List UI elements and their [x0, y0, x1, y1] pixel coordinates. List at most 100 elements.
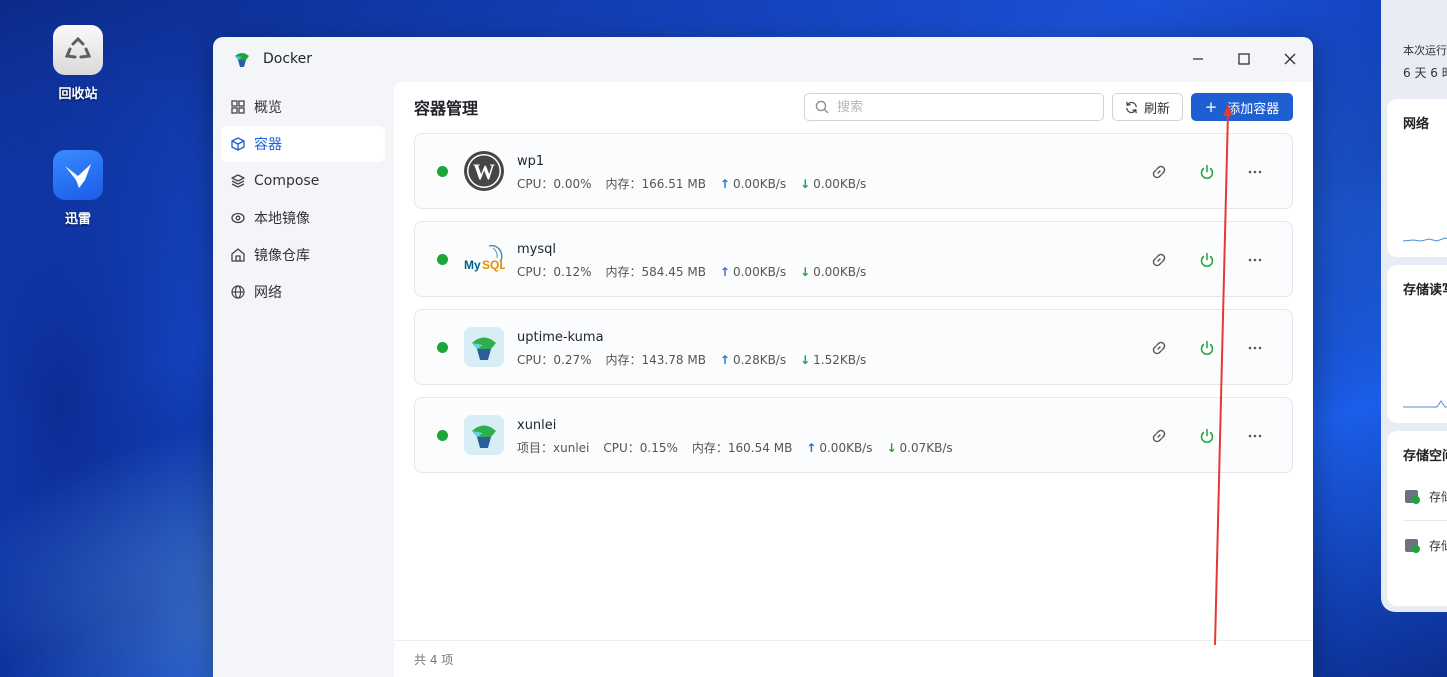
- maximize-button[interactable]: [1221, 37, 1267, 81]
- sidebar-item-containers[interactable]: 容器: [221, 126, 385, 162]
- status-indicator: [437, 166, 448, 177]
- container-card[interactable]: xunlei 项目：xunlei CPU：0.15% 内存：160.54 MB …: [414, 397, 1293, 473]
- add-container-button[interactable]: + 添加容器: [1191, 93, 1293, 121]
- sidebar-item-compose[interactable]: Compose: [221, 163, 385, 199]
- refresh-label: 刷新: [1143, 101, 1170, 117]
- tree-cup-logo: [464, 327, 504, 367]
- arrow-down-icon: ↓: [800, 176, 811, 191]
- ellipsis-icon: [1248, 434, 1262, 438]
- container-stats: 项目：xunlei CPU：0.15% 内存：160.54 MB ↑ 0.00KB…: [517, 439, 967, 456]
- storage-rw-widget[interactable]: 存储读写: [1387, 265, 1447, 423]
- ellipsis-icon: [1248, 170, 1262, 174]
- search-input[interactable]: [836, 99, 1077, 115]
- storage-rw-title: 存储读写: [1403, 283, 1447, 298]
- title-bar[interactable]: Docker: [213, 37, 1313, 81]
- cpu-usage: CPU：0.15%: [603, 441, 678, 455]
- mysql-logo: My SQL: [464, 244, 505, 272]
- container-name: mysql: [517, 242, 556, 257]
- storage-item[interactable]: 存储: [1387, 478, 1447, 514]
- container-name: uptime-kuma: [517, 330, 604, 345]
- desktop-icon-xunlei[interactable]: 迅雷: [46, 150, 110, 227]
- svg-text:My: My: [464, 258, 481, 272]
- refresh-icon: [1126, 101, 1137, 113]
- more-options-button[interactable]: [1244, 249, 1266, 271]
- desktop-icon-recycle-bin[interactable]: 回收站: [46, 25, 110, 102]
- upload-rate: ↑ 0.00KB/s: [719, 264, 787, 279]
- network-widget[interactable]: 网络: [1387, 99, 1447, 257]
- status-indicator: [437, 254, 448, 265]
- sidebar-item-network[interactable]: 网络: [221, 274, 385, 310]
- open-link-button[interactable]: [1148, 249, 1170, 271]
- link-icon: [1152, 165, 1166, 179]
- arrow-down-icon: ↓: [800, 264, 811, 279]
- open-link-button[interactable]: [1148, 161, 1170, 183]
- arrow-down-icon: ↓: [886, 440, 897, 455]
- search-box[interactable]: [803, 93, 1104, 121]
- memory-usage: 内存：584.45 MB: [605, 265, 706, 279]
- desktop-icon-label: 迅雷: [64, 212, 91, 227]
- storage-space-title: 存储空间: [1403, 449, 1447, 464]
- storage-item[interactable]: 存储: [1387, 527, 1447, 563]
- container-card[interactable]: W wp1 CPU：0.00% 内存：166.51 MB ↑ 0.00KB/s ↓…: [414, 133, 1293, 209]
- power-button[interactable]: [1196, 249, 1218, 271]
- sidebar-item-image-registry[interactable]: 镜像仓库: [221, 237, 385, 273]
- power-button[interactable]: [1196, 161, 1218, 183]
- refresh-button[interactable]: 刷新: [1111, 93, 1183, 121]
- power-icon: [1200, 164, 1214, 179]
- uptime-widget: 本次运行 6 天 6 时: [1387, 0, 1447, 90]
- more-options-button[interactable]: [1244, 337, 1266, 359]
- minimize-button[interactable]: [1175, 37, 1221, 81]
- open-link-button[interactable]: [1148, 337, 1170, 359]
- item-count: 共 4 项: [394, 640, 1313, 677]
- status-indicator: [437, 430, 448, 441]
- page-title: 容器管理: [414, 99, 479, 118]
- sidebar-item-local-images[interactable]: 本地镜像: [221, 200, 385, 236]
- storage-item-label: 存储: [1429, 489, 1447, 504]
- sidebar-item-label: 概览: [254, 100, 282, 116]
- sidebar-item-label: Compose: [254, 173, 320, 189]
- more-options-button[interactable]: [1244, 161, 1266, 183]
- svg-text:SQL: SQL: [482, 258, 505, 272]
- container-card[interactable]: uptime-kuma CPU：0.27% 内存：143.78 MB ↑ 0.28…: [414, 309, 1293, 385]
- desktop-icon-label: 回收站: [58, 87, 98, 102]
- sidebar-item-label: 本地镜像: [254, 211, 310, 227]
- cpu-usage: CPU：0.27%: [517, 353, 592, 367]
- power-button[interactable]: [1196, 337, 1218, 359]
- xunlei-bird-icon: [53, 150, 103, 200]
- arrow-up-icon: ↑: [719, 176, 730, 191]
- ellipsis-icon: [1248, 258, 1262, 262]
- container-name: xunlei: [517, 418, 557, 433]
- cube-icon: [231, 137, 245, 151]
- power-icon: [1200, 252, 1214, 267]
- link-icon: [1152, 429, 1166, 443]
- more-options-button[interactable]: [1244, 425, 1266, 447]
- docker-window: Docker 概览 容器 Compose 本地镜像 镜像仓库 网络 容器管理 搜…: [213, 37, 1313, 677]
- sidebar-item-label: 镜像仓库: [254, 248, 310, 264]
- search-icon: [815, 100, 829, 114]
- disc-icon: [231, 212, 245, 224]
- storage-space-widget[interactable]: 存储空间 存储 存储: [1387, 431, 1447, 606]
- plus-icon: +: [1204, 98, 1218, 116]
- sidebar-item-overview[interactable]: 概览: [221, 89, 385, 125]
- sidebar: 概览 容器 Compose 本地镜像 镜像仓库 网络: [221, 89, 385, 311]
- power-button[interactable]: [1196, 425, 1218, 447]
- network-sparkline: [1403, 237, 1447, 242]
- download-rate: ↓ 0.00KB/s: [800, 176, 867, 191]
- upload-rate: ↑ 0.00KB/s: [806, 440, 873, 455]
- download-rate: ↓ 0.00KB/s: [800, 264, 867, 279]
- arrow-up-icon: ↑: [719, 352, 730, 367]
- container-card[interactable]: My SQL mysql CPU：0.12% 内存：584.45 MB ↑ 0.0…: [414, 221, 1293, 297]
- widget-panel: 本次运行 6 天 6 时 网络 存储读写 存储空间 存储 存储: [1381, 0, 1447, 612]
- arrow-up-icon: ↑: [806, 440, 817, 455]
- arrow-up-icon: ↑: [719, 264, 730, 279]
- add-container-label: 添加容器: [1227, 101, 1280, 117]
- house-icon: [231, 248, 245, 262]
- memory-usage: 内存：160.54 MB: [691, 441, 793, 455]
- close-button[interactable]: [1267, 37, 1313, 81]
- uptime-value: 6 天 6 时: [1403, 66, 1447, 80]
- wordpress-logo: W: [464, 151, 504, 191]
- open-link-button[interactable]: [1148, 425, 1170, 447]
- ellipsis-icon: [1248, 346, 1262, 350]
- download-rate: ↓ 0.07KB/s: [886, 440, 953, 455]
- storage-rw-sparkline: [1403, 400, 1447, 408]
